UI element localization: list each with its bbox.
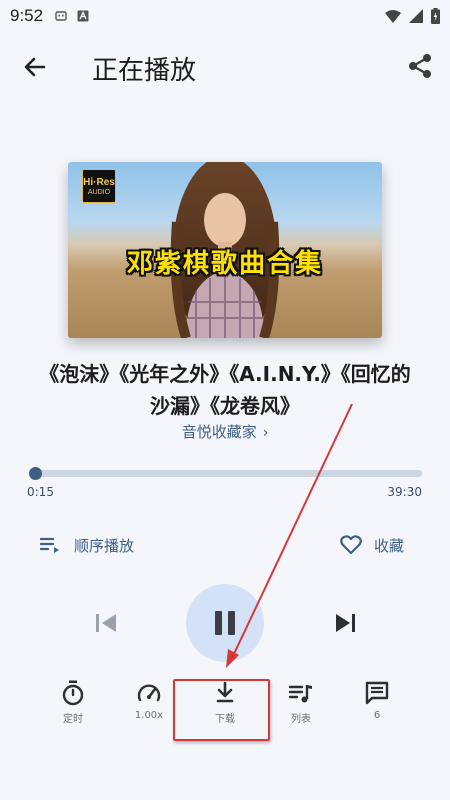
comments-button[interactable]: 6 bbox=[349, 680, 405, 730]
playback-speed-button[interactable]: 1.00x bbox=[121, 680, 177, 730]
play-mode-button[interactable]: 顺序播放 bbox=[40, 532, 134, 558]
favorite-button[interactable]: 收藏 bbox=[340, 532, 404, 558]
timer-icon bbox=[62, 680, 84, 706]
top-app-bar: 正在播放 bbox=[0, 40, 450, 92]
track-title: 《泡沫》《光年之外》《A.I.N.Y.》《回忆的沙漏》《龙卷风》 bbox=[39, 362, 411, 418]
playlist-button[interactable]: 列表 bbox=[273, 680, 329, 730]
arrow-left-icon[interactable] bbox=[20, 52, 50, 82]
heart-icon bbox=[340, 535, 362, 555]
playlist-label: 列表 bbox=[291, 714, 311, 725]
previous-track-icon[interactable] bbox=[90, 608, 122, 638]
next-track-icon[interactable] bbox=[330, 608, 362, 638]
artist-name: 音悦收藏家 bbox=[181, 423, 257, 441]
battery-icon bbox=[431, 8, 440, 24]
favorite-label: 收藏 bbox=[374, 536, 405, 555]
comments-count: 6 bbox=[373, 710, 381, 721]
share-icon[interactable] bbox=[406, 52, 434, 80]
pause-button[interactable] bbox=[186, 584, 264, 662]
playlist-icon bbox=[288, 685, 312, 703]
total-time: 39:30 bbox=[387, 485, 422, 499]
timer-label: 定时 bbox=[63, 714, 83, 725]
artist-link[interactable]: 音悦收藏家 › bbox=[0, 421, 450, 442]
cover-banner-text: 邓紫棋歌曲合集 bbox=[126, 248, 323, 279]
wifi-icon bbox=[385, 10, 401, 23]
app-icon bbox=[77, 10, 89, 22]
comment-icon bbox=[365, 681, 389, 705]
play-mode-label: 顺序播放 bbox=[74, 536, 135, 555]
elapsed-time: 0:15 bbox=[27, 485, 54, 499]
speed-label: 1.00x bbox=[134, 710, 164, 721]
seek-thumb[interactable] bbox=[29, 467, 43, 480]
status-time: 9:52 bbox=[10, 6, 44, 25]
chevron-right-icon: › bbox=[262, 425, 269, 441]
album-cover: Hi·Res AUDIO 邓紫棋歌曲合集 bbox=[68, 162, 382, 338]
status-bar: 9:52 bbox=[0, 0, 450, 32]
pause-icon bbox=[215, 611, 235, 635]
sleep-timer-button[interactable]: 定时 bbox=[45, 680, 101, 730]
annotation-highlight-box bbox=[173, 679, 270, 741]
seek-bar[interactable] bbox=[29, 467, 422, 480]
hires-audio-badge: Hi·Res AUDIO bbox=[82, 169, 116, 203]
notification-icon bbox=[55, 11, 67, 21]
sequential-play-icon bbox=[40, 537, 59, 553]
speedometer-icon bbox=[137, 684, 161, 702]
page-title: 正在播放 bbox=[92, 56, 197, 86]
signal-icon bbox=[409, 9, 423, 23]
